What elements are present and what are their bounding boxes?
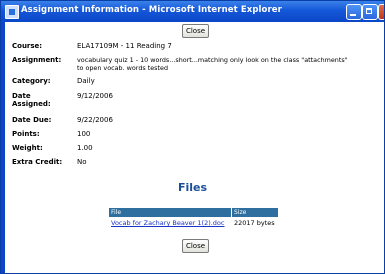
course-value: ELA17109M - 11 Reading 7: [77, 42, 172, 50]
assignment-value-line2: to open vocab. words tested: [77, 64, 168, 72]
extra-credit-value: No: [77, 158, 87, 166]
assignment-content: Close Course: ELA17109M - 11 Reading 7 A…: [1, 22, 384, 273]
window-title: Assignment Information - Microsoft Inter…: [21, 5, 282, 15]
file-link[interactable]: Vocab for Zachary Beaver 1(2).doc: [111, 219, 224, 227]
minimize-button[interactable]: [346, 4, 362, 20]
points-label: Points:: [12, 130, 40, 138]
file-column-header: File: [109, 208, 231, 217]
assignment-label: Assignment:: [12, 56, 62, 64]
date-assigned-label-line2: Assigned:: [12, 100, 51, 108]
size-column-header: Size: [232, 208, 278, 217]
files-heading: Files: [177, 181, 208, 194]
date-due-label: Date Due:: [12, 116, 52, 124]
file-size: 22017 bytes: [234, 219, 275, 227]
weight-label: Weight:: [12, 144, 43, 152]
maximize-button[interactable]: [362, 4, 378, 20]
ie-window-icon: [5, 5, 19, 19]
date-due-value: 9/22/2006: [77, 116, 113, 124]
date-assigned-value: 9/12/2006: [77, 92, 113, 100]
category-value: Daily: [77, 77, 95, 85]
close-button-top[interactable]: Close: [182, 24, 209, 38]
close-window-button[interactable]: [378, 4, 384, 20]
extra-credit-label: Extra Credit:: [12, 158, 63, 166]
points-value: 100: [77, 130, 91, 138]
close-button-bottom[interactable]: Close: [182, 239, 209, 253]
title-bar[interactable]: Assignment Information - Microsoft Inter…: [1, 1, 384, 22]
weight-value: 1.00: [77, 144, 93, 152]
course-label: Course:: [12, 42, 43, 50]
ie-popup-window: Assignment Information - Microsoft Inter…: [0, 0, 385, 274]
category-label: Category:: [12, 77, 51, 85]
